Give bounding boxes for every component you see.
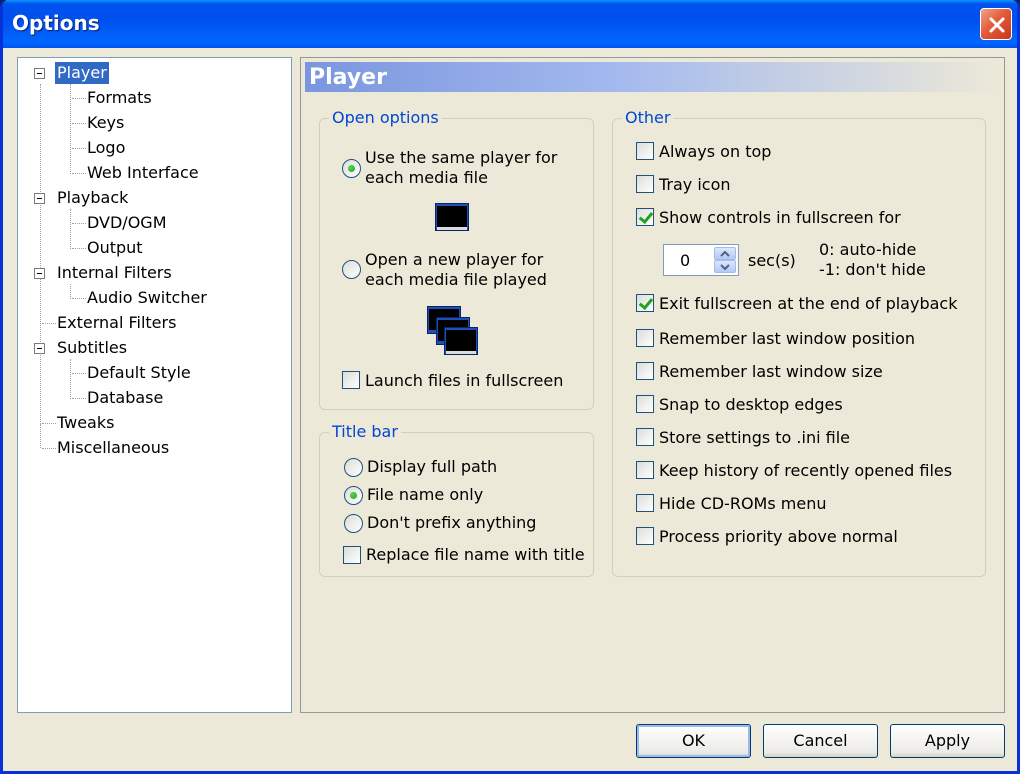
always-on-top-label[interactable]: Always on top: [659, 142, 771, 162]
window-title: Options: [12, 11, 100, 35]
exit-fullscreen-label[interactable]: Exit fullscreen at the end of playback: [659, 294, 957, 314]
process-priority-checkbox[interactable]: [636, 527, 654, 545]
tree-item-tweaks[interactable]: Tweaks: [18, 412, 288, 434]
options-window: Options Player Formats Keys Logo Web Int…: [0, 0, 1020, 774]
tree-item-label: Audio Switcher: [87, 288, 207, 307]
remember-size-checkbox[interactable]: [636, 362, 654, 380]
store-ini-label[interactable]: Store settings to .ini file: [659, 428, 850, 448]
single-player-icon: [435, 203, 469, 231]
snap-edges-checkbox[interactable]: [636, 395, 654, 413]
multi-player-icon: [427, 306, 478, 355]
same-player-label-1[interactable]: Use the same player for: [365, 148, 557, 168]
dont-prefix-label[interactable]: Don't prefix anything: [367, 513, 536, 533]
tree-item-label: Miscellaneous: [57, 438, 170, 457]
tree-item-miscellaneous[interactable]: Miscellaneous: [18, 437, 288, 459]
collapse-icon[interactable]: [34, 193, 45, 204]
cancel-button[interactable]: Cancel: [763, 724, 878, 758]
dont-hide-hint: -1: don't hide: [819, 260, 926, 279]
tree-item-internal-filters[interactable]: Internal Filters: [18, 262, 288, 284]
options-tree[interactable]: Player Formats Keys Logo Web Interface P…: [17, 57, 292, 713]
spinner-unit-label: sec(s): [748, 251, 796, 270]
controls-seconds-spinner[interactable]: 0: [663, 244, 739, 276]
tree-item-label: Output: [87, 238, 143, 257]
tree-item-formats[interactable]: Formats: [18, 87, 288, 109]
tray-icon-label[interactable]: Tray icon: [659, 175, 731, 195]
hide-cdrom-checkbox[interactable]: [636, 494, 654, 512]
replace-title-label[interactable]: Replace file name with title: [366, 545, 585, 565]
remember-position-label[interactable]: Remember last window position: [659, 329, 915, 349]
collapse-icon[interactable]: [34, 343, 45, 354]
tree-item-label: Default Style: [87, 363, 191, 382]
file-name-only-radio[interactable]: [344, 486, 363, 505]
tree-item-label: Formats: [87, 88, 152, 107]
full-path-radio[interactable]: [344, 458, 363, 477]
tree-item-label: Keys: [87, 113, 125, 132]
tree-item-web-interface[interactable]: Web Interface: [18, 162, 288, 184]
tree-item-playback[interactable]: Playback: [18, 187, 288, 209]
tree-item-label: Database: [87, 388, 164, 407]
file-name-only-label[interactable]: File name only: [367, 485, 483, 505]
spin-down-button[interactable]: [714, 260, 736, 273]
dont-prefix-radio[interactable]: [344, 514, 363, 533]
apply-button[interactable]: Apply: [890, 724, 1005, 758]
other-legend: Other: [622, 109, 674, 127]
store-ini-checkbox[interactable]: [636, 428, 654, 446]
tree-item-database[interactable]: Database: [18, 387, 288, 409]
snap-edges-label[interactable]: Snap to desktop edges: [659, 395, 843, 415]
tree-item-label: Subtitles: [57, 338, 128, 357]
keep-history-label[interactable]: Keep history of recently opened files: [659, 461, 952, 481]
tree-item-label: Web Interface: [87, 163, 199, 182]
replace-title-checkbox[interactable]: [343, 546, 361, 564]
hide-cdrom-label[interactable]: Hide CD-ROMs menu: [659, 494, 826, 514]
panel-header: Player: [305, 62, 1000, 92]
spinner-value[interactable]: 0: [680, 251, 690, 270]
tree-item-external-filters[interactable]: External Filters: [18, 312, 288, 334]
show-controls-checkbox[interactable]: [636, 208, 654, 226]
launch-fullscreen-label[interactable]: Launch files in fullscreen: [365, 371, 563, 391]
tree-item-keys[interactable]: Keys: [18, 112, 288, 134]
tree-item-label: DVD/OGM: [87, 213, 167, 232]
collapse-icon[interactable]: [34, 68, 45, 79]
new-player-radio[interactable]: [342, 260, 361, 279]
tree-item-label: Player: [55, 62, 109, 84]
panel-title: Player: [309, 65, 387, 90]
tree-item-dvd-ogm[interactable]: DVD/OGM: [18, 212, 288, 234]
collapse-icon[interactable]: [34, 268, 45, 279]
new-player-label-2[interactable]: each media file played: [365, 270, 547, 290]
tree-item-output[interactable]: Output: [18, 237, 288, 259]
keep-history-checkbox[interactable]: [636, 461, 654, 479]
tree-item-player[interactable]: Player: [18, 62, 288, 84]
close-icon: [989, 17, 1005, 33]
tree-item-subtitles[interactable]: Subtitles: [18, 337, 288, 359]
tree-item-audio-switcher[interactable]: Audio Switcher: [18, 287, 288, 309]
always-on-top-checkbox[interactable]: [636, 142, 654, 160]
show-controls-label[interactable]: Show controls in fullscreen for: [659, 208, 901, 228]
tree-item-label: Tweaks: [57, 413, 115, 432]
remember-size-label[interactable]: Remember last window size: [659, 362, 883, 382]
process-priority-label[interactable]: Process priority above normal: [659, 527, 898, 547]
full-path-label[interactable]: Display full path: [367, 457, 497, 477]
open-options-legend: Open options: [329, 109, 442, 127]
tree-item-label: External Filters: [57, 313, 177, 332]
new-player-label-1[interactable]: Open a new player for: [365, 250, 543, 270]
same-player-label-2[interactable]: each media file: [365, 168, 488, 188]
close-button[interactable]: [980, 8, 1012, 40]
tree-item-label: Logo: [87, 138, 126, 157]
chevron-down-icon: [720, 264, 730, 270]
title-bar-legend: Title bar: [329, 423, 401, 441]
tree-item-logo[interactable]: Logo: [18, 137, 288, 159]
spin-up-button[interactable]: [714, 247, 736, 260]
tray-icon-checkbox[interactable]: [636, 175, 654, 193]
remember-position-checkbox[interactable]: [636, 329, 654, 347]
ok-button[interactable]: OK: [636, 724, 751, 758]
title-bar[interactable]: Options: [3, 0, 1017, 48]
auto-hide-hint: 0: auto-hide: [819, 240, 917, 259]
tree-item-default-style[interactable]: Default Style: [18, 362, 288, 384]
launch-fullscreen-checkbox[interactable]: [342, 371, 360, 389]
same-player-radio[interactable]: [342, 159, 361, 178]
tree-item-label: Internal Filters: [57, 263, 172, 282]
tree-item-label: Playback: [57, 188, 129, 207]
chevron-up-icon: [720, 251, 730, 257]
exit-fullscreen-checkbox[interactable]: [636, 294, 654, 312]
